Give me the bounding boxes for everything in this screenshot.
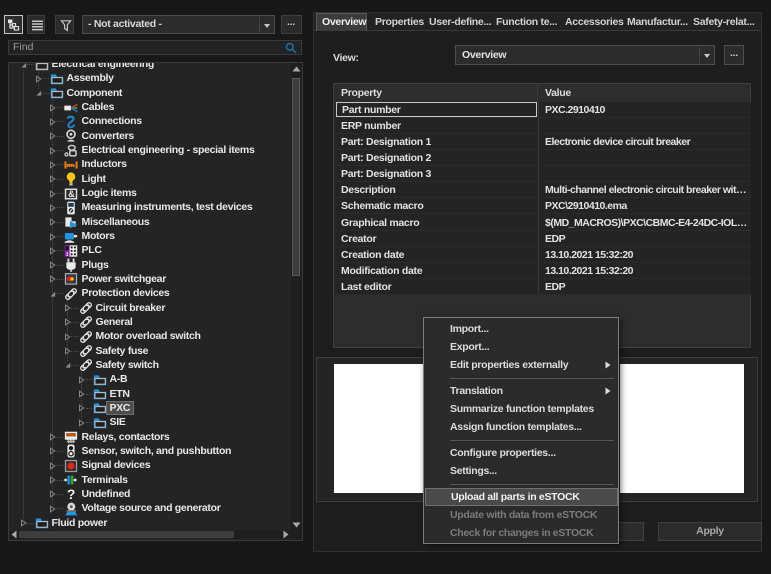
svg-text:?: ? (67, 487, 75, 501)
svg-text:&: & (68, 189, 75, 199)
